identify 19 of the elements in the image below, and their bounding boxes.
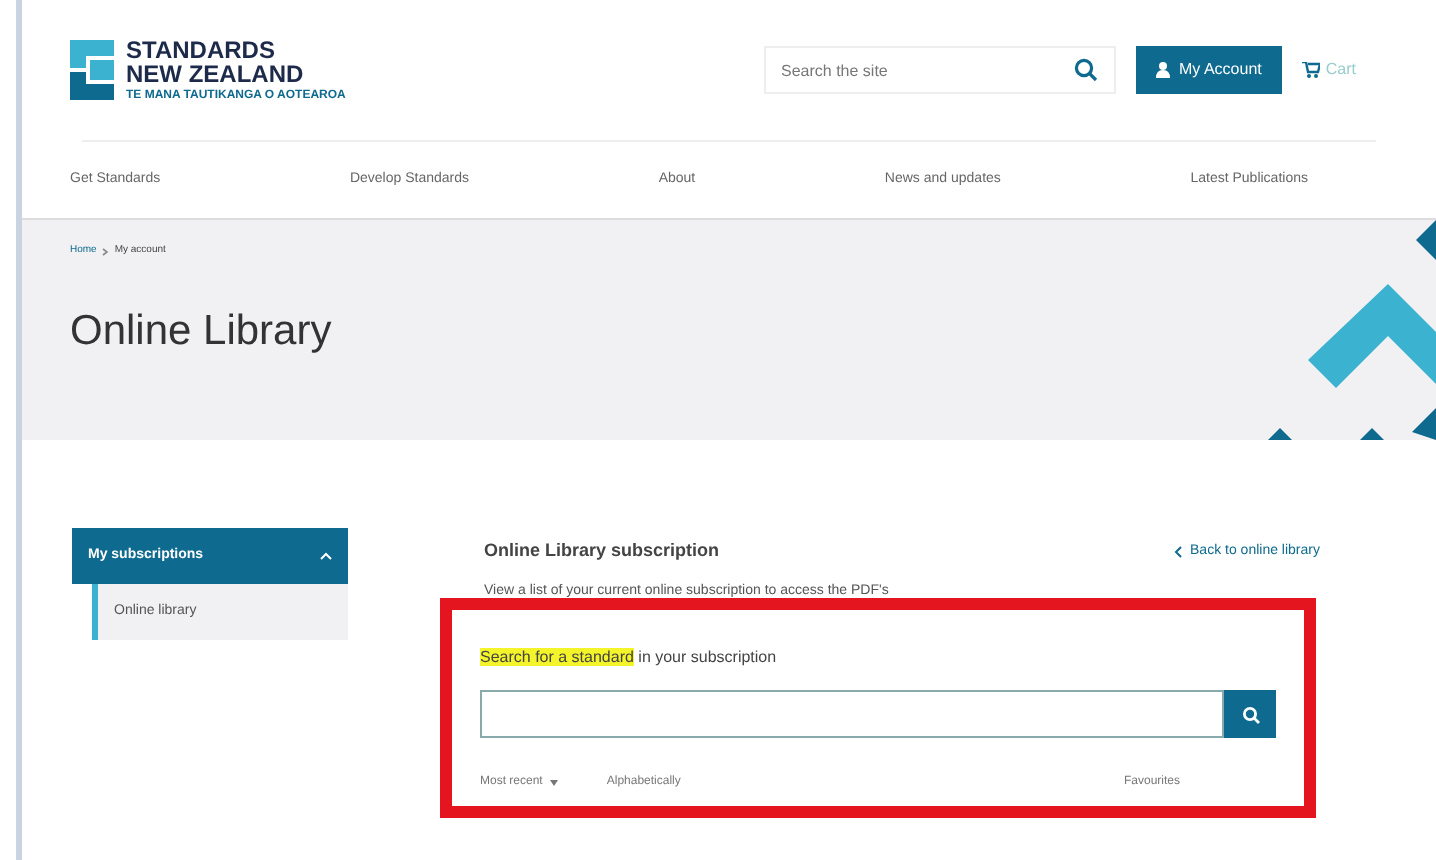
- chevron-left-icon: [1174, 546, 1183, 558]
- site-search-field[interactable]: Search the site: [765, 48, 1074, 92]
- search-icon[interactable]: [1073, 58, 1098, 82]
- chevron-right-icon: [102, 247, 109, 256]
- site-search-field[interactable]: Search the site: [763, 46, 1116, 94]
- search-icon: [1241, 705, 1259, 723]
- logo-text: STANDARDS: [126, 38, 277, 62]
- page-title: Online Library: [70, 305, 334, 357]
- chevron-up-icon: [320, 552, 332, 560]
- standard-search-field[interactable]: [480, 690, 1224, 738]
- search-label: Search for a standard in your subscription: [480, 646, 779, 670]
- section-title: Online Library subscription: [484, 538, 720, 565]
- logo-icon: [70, 40, 114, 100]
- my-account-button[interactable]: My Account: [1135, 46, 1282, 94]
- logo-text: NEW ZEALAND: [126, 62, 306, 86]
- caret-icon: [550, 779, 559, 785]
- user-icon: [1155, 62, 1170, 78]
- search-button[interactable]: [1224, 690, 1276, 738]
- cart-icon: [1301, 62, 1320, 78]
